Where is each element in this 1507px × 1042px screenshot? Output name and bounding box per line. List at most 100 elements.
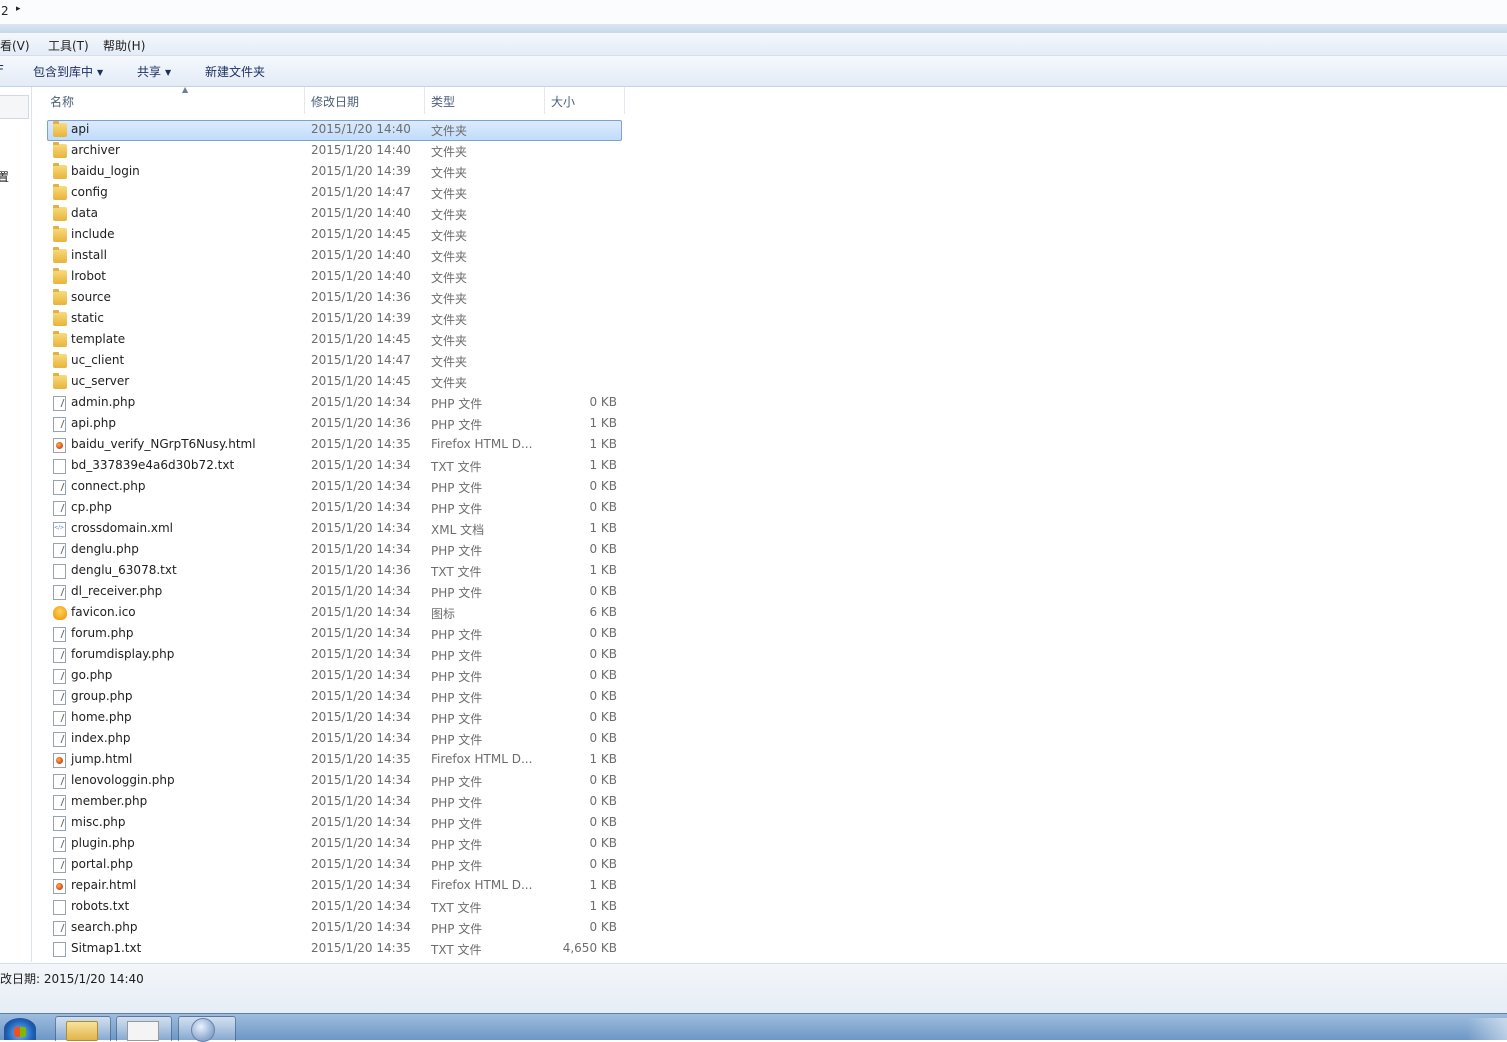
file-row[interactable]: Sitmap1.txt 2015/1/20 14:35 TXT 文件 4,650 KB: [32, 939, 632, 960]
xml-file-icon: [53, 522, 66, 537]
file-name: favicon.ico: [71, 605, 136, 619]
breadcrumb[interactable]: 2: [1, 4, 9, 18]
php-file-icon: [53, 774, 66, 789]
nav-item-partial[interactable]: 置: [0, 168, 9, 185]
file-row[interactable]: robots.txt 2015/1/20 14:34 TXT 文件 1 KB: [32, 897, 632, 918]
menu-view[interactable]: 查看(V): [0, 37, 30, 54]
share-button[interactable]: 共享 ▼: [137, 63, 171, 80]
file-row[interactable]: baidu_verify_NGrpT6Nusy.html 2015/1/20 14…: [32, 435, 632, 456]
file-row[interactable]: go.php 2015/1/20 14:34 PHP 文件 0 KB: [32, 666, 632, 687]
address-bar[interactable]: 2 ▸: [0, 0, 1507, 25]
file-row[interactable]: index.php 2015/1/20 14:34 PHP 文件 0 KB: [32, 729, 632, 750]
file-name: baidu_login: [71, 164, 140, 178]
file-row[interactable]: baidu_login 2015/1/20 14:39 文件夹: [32, 162, 632, 183]
file-row[interactable]: group.php 2015/1/20 14:34 PHP 文件 0 KB: [32, 687, 632, 708]
explorer-taskbar-button[interactable]: [55, 1016, 111, 1041]
file-row[interactable]: include 2015/1/20 14:45 文件夹: [32, 225, 632, 246]
file-row[interactable]: api.php 2015/1/20 14:36 PHP 文件 1 KB: [32, 414, 632, 435]
file-row[interactable]: jump.html 2015/1/20 14:35 Firefox HTML D..…: [32, 750, 632, 771]
file-date: 2015/1/20 14:34: [311, 584, 411, 598]
file-date: 2015/1/20 14:40: [311, 122, 411, 136]
file-name: connect.php: [71, 479, 146, 493]
column-name[interactable]: 名称 ▲: [44, 85, 305, 114]
file-row[interactable]: static 2015/1/20 14:39 文件夹: [32, 309, 632, 330]
navigation-pane[interactable]: 置: [0, 87, 32, 962]
file-row[interactable]: member.php 2015/1/20 14:34 PHP 文件 0 KB: [32, 792, 632, 813]
file-row[interactable]: cp.php 2015/1/20 14:34 PHP 文件 0 KB: [32, 498, 632, 519]
php-file-icon: [53, 480, 66, 495]
paint-taskbar-button[interactable]: [116, 1016, 172, 1041]
folder-icon: [53, 352, 67, 368]
file-date: 2015/1/20 14:34: [311, 542, 411, 556]
file-size: 0 KB: [589, 542, 617, 556]
file-name: jump.html: [71, 752, 133, 766]
show-desktop-button[interactable]: [1467, 1018, 1507, 1040]
file-row[interactable]: lrobot 2015/1/20 14:40 文件夹: [32, 267, 632, 288]
php-file-icon: [53, 837, 66, 852]
file-name: template: [71, 332, 126, 346]
file-row[interactable]: portal.php 2015/1/20 14:34 PHP 文件 0 KB: [32, 855, 632, 876]
file-date: 2015/1/20 14:47: [311, 353, 411, 367]
file-name: lenovologgin.php: [71, 773, 175, 787]
file-row[interactable]: api 2015/1/20 14:40 文件夹: [32, 120, 632, 141]
menu-tools[interactable]: 工具(T): [48, 37, 89, 54]
file-size: 1 KB: [589, 437, 617, 451]
file-row[interactable]: home.php 2015/1/20 14:34 PHP 文件 0 KB: [32, 708, 632, 729]
file-row[interactable]: source 2015/1/20 14:36 文件夹: [32, 288, 632, 309]
file-row[interactable]: archiver 2015/1/20 14:40 文件夹: [32, 141, 632, 162]
file-row[interactable]: uc_server 2015/1/20 14:45 文件夹: [32, 372, 632, 393]
file-type: PHP 文件: [431, 733, 483, 747]
file-row[interactable]: misc.php 2015/1/20 14:34 PHP 文件 0 KB: [32, 813, 632, 834]
file-row[interactable]: install 2015/1/20 14:40 文件夹: [32, 246, 632, 267]
folder-icon: [53, 268, 67, 284]
file-row[interactable]: forum.php 2015/1/20 14:34 PHP 文件 0 KB: [32, 624, 632, 645]
file-row[interactable]: plugin.php 2015/1/20 14:34 PHP 文件 0 KB: [32, 834, 632, 855]
file-row[interactable]: search.php 2015/1/20 14:34 PHP 文件 0 KB: [32, 918, 632, 939]
nav-item-box[interactable]: [0, 95, 29, 119]
file-row[interactable]: denglu_63078.txt 2015/1/20 14:36 TXT 文件 1 K…: [32, 561, 632, 582]
start-icon[interactable]: [4, 1018, 36, 1040]
new-folder-button[interactable]: 新建文件夹: [205, 63, 265, 80]
file-row[interactable]: config 2015/1/20 14:47 文件夹: [32, 183, 632, 204]
file-date: 2015/1/20 14:45: [311, 227, 411, 241]
paint-icon: [127, 1021, 159, 1041]
file-row[interactable]: lenovologgin.php 2015/1/20 14:34 PHP 文件 0 K…: [32, 771, 632, 792]
file-type: 文件夹: [431, 271, 468, 285]
organize-button-partial[interactable]: F: [0, 63, 4, 77]
file-row[interactable]: data 2015/1/20 14:40 文件夹: [32, 204, 632, 225]
column-size[interactable]: 大小: [545, 87, 625, 114]
file-type: PHP 文件: [431, 691, 483, 705]
file-type: PHP 文件: [431, 775, 483, 789]
file-row[interactable]: denglu.php 2015/1/20 14:34 PHP 文件 0 KB: [32, 540, 632, 561]
file-row[interactable]: connect.php 2015/1/20 14:34 PHP 文件 0 KB: [32, 477, 632, 498]
php-file-icon: [53, 648, 66, 663]
php-file-icon: [53, 711, 66, 726]
file-type: PHP 文件: [431, 712, 483, 726]
include-in-library-button[interactable]: 包含到库中 ▼: [33, 63, 103, 80]
file-type: PHP 文件: [431, 586, 483, 600]
file-row[interactable]: admin.php 2015/1/20 14:34 PHP 文件 0 KB: [32, 393, 632, 414]
menu-help[interactable]: 帮助(H): [103, 37, 145, 54]
file-row[interactable]: uc_client 2015/1/20 14:47 文件夹: [32, 351, 632, 372]
file-row[interactable]: template 2015/1/20 14:45 文件夹: [32, 330, 632, 351]
status-text: 修改日期: 2015/1/20 14:40: [0, 972, 144, 986]
file-size: 1 KB: [589, 752, 617, 766]
html-file-icon: [53, 753, 66, 768]
php-file-icon: [53, 501, 66, 516]
file-date: 2015/1/20 14:34: [311, 479, 411, 493]
file-name: lrobot: [71, 269, 107, 283]
file-row[interactable]: forumdisplay.php 2015/1/20 14:34 PHP 文件 0 K…: [32, 645, 632, 666]
file-row[interactable]: repair.html 2015/1/20 14:34 Firefox HTML D…: [32, 876, 632, 897]
file-date: 2015/1/20 14:34: [311, 836, 411, 850]
file-name: dl_receiver.php: [71, 584, 163, 598]
file-row[interactable]: bd_337839e4a6d30b72.txt 2015/1/20 14:34 TX…: [32, 456, 632, 477]
file-row[interactable]: dl_receiver.php 2015/1/20 14:34 PHP 文件 0 KB: [32, 582, 632, 603]
file-row[interactable]: favicon.ico 2015/1/20 14:34 图标 6 KB: [32, 603, 632, 624]
php-file-icon: [53, 627, 66, 642]
column-type-label: 类型: [431, 95, 456, 109]
sogou-taskbar-button[interactable]: [178, 1016, 236, 1042]
column-type[interactable]: 类型: [425, 87, 545, 114]
breadcrumb-arrow-icon[interactable]: ▸: [16, 4, 21, 14]
file-row[interactable]: crossdomain.xml 2015/1/20 14:34 XML 文档 1 KB: [32, 519, 632, 540]
column-date[interactable]: 修改日期: [305, 87, 425, 114]
